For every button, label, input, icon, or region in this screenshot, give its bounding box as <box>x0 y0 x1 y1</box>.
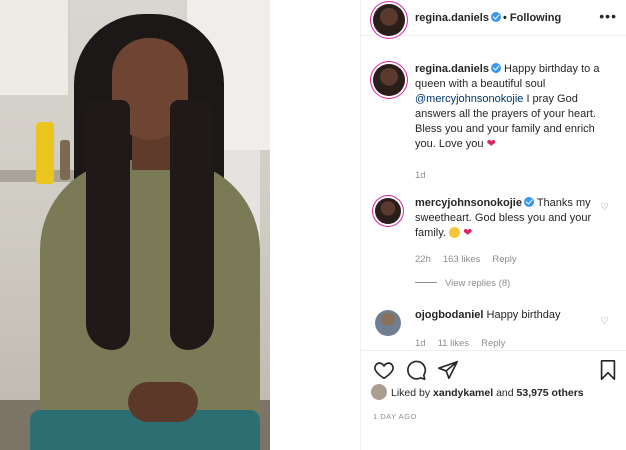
heart-emoji: ❤ <box>486 138 496 150</box>
more-icon[interactable]: ••• <box>599 8 617 24</box>
comment-time[interactable]: 22h <box>415 254 431 265</box>
like-comment-icon[interactable]: ♡ <box>600 314 609 329</box>
bottle <box>36 122 54 184</box>
likes-count[interactable]: 53,975 others <box>517 387 584 399</box>
commenter-avatar[interactable] <box>375 310 401 336</box>
verified-icon <box>523 197 534 207</box>
author-avatar[interactable] <box>373 4 405 36</box>
heart-icon[interactable] <box>373 359 395 381</box>
kitchen-cabinet <box>0 0 70 95</box>
liker-username[interactable]: xandykamel <box>433 387 493 399</box>
reply-button[interactable]: Reply <box>492 254 516 265</box>
following-button[interactable]: • Following <box>503 12 561 24</box>
commenter-username[interactable]: mercyjohnsonokojie <box>415 197 534 209</box>
author-username[interactable]: regina.daniels <box>415 12 501 24</box>
comment-meta: 22h 163 likes Reply <box>415 252 529 267</box>
comment-meta: 1d 11 likes Reply <box>415 336 517 351</box>
commenter-avatar[interactable] <box>375 198 401 224</box>
hair-strand <box>86 100 130 350</box>
post-photo[interactable] <box>0 0 270 450</box>
comment-icon[interactable] <box>405 359 427 381</box>
likes-summary: Liked by xandykamel and 53,975 others <box>371 384 584 400</box>
verified-icon <box>490 12 501 22</box>
share-icon[interactable] <box>437 359 459 381</box>
post-side-panel: regina.daniels • Following ••• regina.da… <box>360 0 626 450</box>
verified-icon <box>490 63 501 73</box>
bookmark-icon[interactable] <box>597 359 619 381</box>
comment-text: ojogbodaniel Happy birthday <box>415 309 561 321</box>
commenter-username[interactable]: ojogbodaniel <box>415 309 483 321</box>
comment-likes[interactable]: 163 likes <box>443 254 481 265</box>
comment-likes[interactable]: 11 likes <box>438 338 470 349</box>
caption-time[interactable]: 1d <box>415 168 426 183</box>
heart-emoji: ❤ <box>463 227 473 239</box>
liker-avatar[interactable] <box>371 384 387 400</box>
action-bar <box>361 350 626 382</box>
caption-username[interactable]: regina.daniels <box>415 63 501 75</box>
comment-text: mercyjohnsonokojie Thanks my sweetheart.… <box>415 197 592 239</box>
hair-strand <box>170 100 214 350</box>
hands <box>128 382 198 422</box>
divider <box>415 282 437 283</box>
caption-text: regina.daniels Happy birthday to a queen… <box>415 63 600 150</box>
like-comment-icon[interactable]: ♡ <box>600 200 609 215</box>
post-header: regina.daniels • Following ••• <box>361 0 626 36</box>
view-replies-button[interactable]: View replies (8) <box>415 278 510 289</box>
comment-time[interactable]: 1d <box>415 338 426 349</box>
caption-avatar[interactable] <box>373 64 405 96</box>
reply-button[interactable]: Reply <box>481 338 505 349</box>
post-timestamp[interactable]: 1 DAY AGO <box>373 412 417 421</box>
wink-emoji <box>449 227 461 238</box>
bottle <box>60 140 70 180</box>
mention-link[interactable]: @mercyjohnsonokojie <box>415 93 523 105</box>
